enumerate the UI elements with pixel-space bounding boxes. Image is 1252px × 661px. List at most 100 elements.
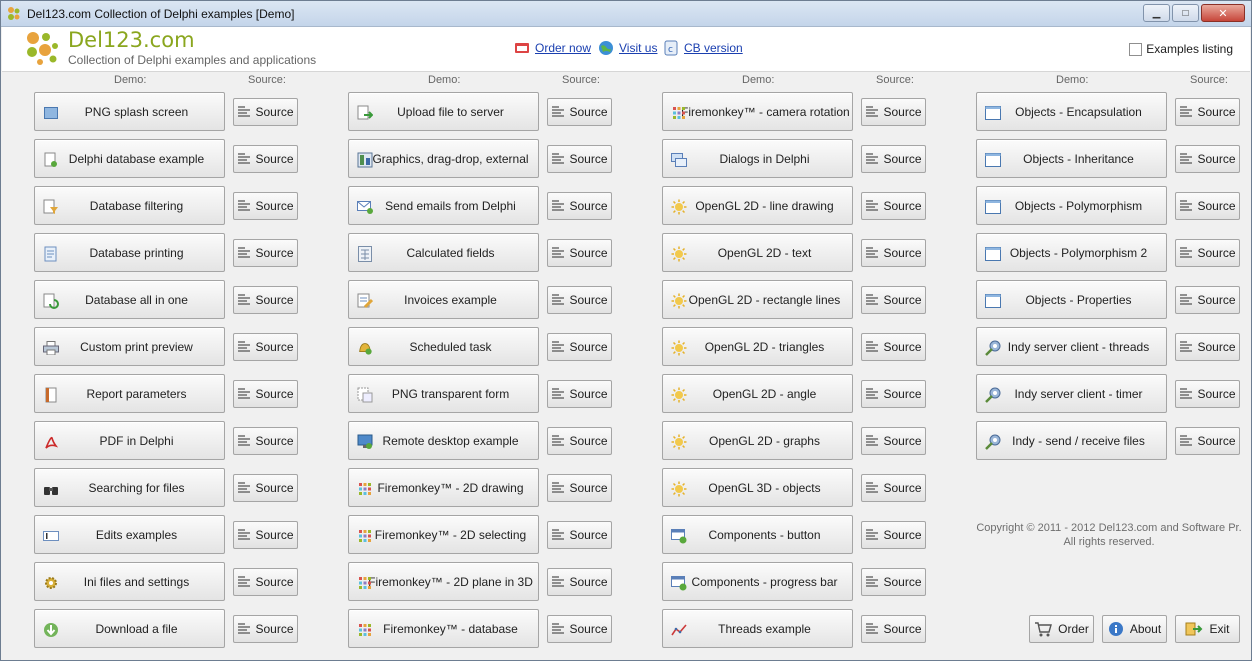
source-button[interactable]: Source bbox=[861, 239, 926, 267]
demo-button[interactable]: Scheduled task bbox=[348, 327, 539, 366]
demo-button[interactable]: Firemonkey™ - 2D selecting bbox=[348, 515, 539, 554]
demo-button[interactable]: Components - button bbox=[662, 515, 853, 554]
demo-button[interactable]: OpenGL 2D - rectangle lines bbox=[662, 280, 853, 319]
source-button[interactable]: Source bbox=[1175, 286, 1240, 314]
source-button[interactable]: Source bbox=[547, 521, 612, 549]
demo-button[interactable]: Firemonkey™ - camera rotation bbox=[662, 92, 853, 131]
demo-button[interactable]: OpenGL 2D - triangles bbox=[662, 327, 853, 366]
source-button[interactable]: Source bbox=[233, 145, 298, 173]
source-button[interactable]: Source bbox=[861, 568, 926, 596]
source-button[interactable]: Source bbox=[861, 145, 926, 173]
demo-button[interactable]: Upload file to server bbox=[348, 92, 539, 131]
demo-button[interactable]: Custom print preview bbox=[34, 327, 225, 366]
source-button[interactable]: Source bbox=[233, 239, 298, 267]
source-button[interactable]: Source bbox=[547, 474, 612, 502]
demo-button[interactable]: OpenGL 2D - angle bbox=[662, 374, 853, 413]
source-button[interactable]: Source bbox=[1175, 239, 1240, 267]
source-button[interactable]: Source bbox=[1175, 98, 1240, 126]
source-button[interactable]: Source bbox=[547, 192, 612, 220]
source-button[interactable]: Source bbox=[861, 521, 926, 549]
source-button[interactable]: Source bbox=[233, 333, 298, 361]
demo-button[interactable]: Threads example bbox=[662, 609, 853, 648]
demo-button[interactable]: Firemonkey™ - 2D drawing bbox=[348, 468, 539, 507]
source-button[interactable]: Source bbox=[547, 98, 612, 126]
demo-button[interactable]: Graphics, drag-drop, external bbox=[348, 139, 539, 178]
demo-button[interactable]: Objects - Inheritance bbox=[976, 139, 1167, 178]
source-button[interactable]: Source bbox=[233, 521, 298, 549]
source-button[interactable]: Source bbox=[547, 380, 612, 408]
title-bar[interactable]: Del123.com Collection of Delphi examples… bbox=[1, 1, 1251, 27]
source-button[interactable]: Source bbox=[233, 192, 298, 220]
demo-button[interactable]: Dialogs in Delphi bbox=[662, 139, 853, 178]
source-button[interactable]: Source bbox=[1175, 380, 1240, 408]
source-button[interactable]: Source bbox=[861, 286, 926, 314]
source-button[interactable]: Source bbox=[861, 380, 926, 408]
demo-button[interactable]: Objects - Properties bbox=[976, 280, 1167, 319]
demo-button[interactable]: Database printing bbox=[34, 233, 225, 272]
source-button[interactable]: Source bbox=[233, 427, 298, 455]
source-button[interactable]: Source bbox=[861, 427, 926, 455]
demo-button[interactable]: Objects - Polymorphism bbox=[976, 186, 1167, 225]
source-button[interactable]: Source bbox=[861, 192, 926, 220]
demo-button[interactable]: Indy - send / receive files bbox=[976, 421, 1167, 460]
cb-version-link[interactable]: CB version bbox=[684, 41, 743, 55]
demo-button[interactable]: Download a file bbox=[34, 609, 225, 648]
demo-button[interactable]: Indy server client - threads bbox=[976, 327, 1167, 366]
demo-button[interactable]: Database filtering bbox=[34, 186, 225, 225]
source-button[interactable]: Source bbox=[861, 615, 926, 643]
close-button[interactable]: ✕ bbox=[1201, 4, 1245, 22]
source-button[interactable]: Source bbox=[547, 427, 612, 455]
source-button[interactable]: Source bbox=[1175, 333, 1240, 361]
demo-button[interactable]: Indy server client - timer bbox=[976, 374, 1167, 413]
source-button[interactable]: Source bbox=[547, 239, 612, 267]
order-now-link[interactable]: Order now bbox=[535, 41, 591, 55]
demo-button[interactable]: Ini files and settings bbox=[34, 562, 225, 601]
demo-button[interactable]: Calculated fields bbox=[348, 233, 539, 272]
visit-us-link[interactable]: Visit us bbox=[619, 41, 657, 55]
demo-button[interactable]: OpenGL 3D - objects bbox=[662, 468, 853, 507]
source-button[interactable]: Source bbox=[233, 568, 298, 596]
demo-button[interactable]: OpenGL 2D - text bbox=[662, 233, 853, 272]
demo-button[interactable]: Remote desktop example bbox=[348, 421, 539, 460]
source-button[interactable]: Source bbox=[861, 333, 926, 361]
demo-button[interactable]: PDF in Delphi bbox=[34, 421, 225, 460]
source-button[interactable]: Source bbox=[861, 98, 926, 126]
demo-button[interactable]: PNG splash screen bbox=[34, 92, 225, 131]
source-button[interactable]: Source bbox=[233, 474, 298, 502]
source-button[interactable]: Source bbox=[1175, 427, 1240, 455]
demo-button[interactable]: PNG transparent form bbox=[348, 374, 539, 413]
source-button[interactable]: Source bbox=[547, 615, 612, 643]
source-button[interactable]: Source bbox=[861, 474, 926, 502]
source-button[interactable]: Source bbox=[547, 145, 612, 173]
demo-button[interactable]: Database all in one bbox=[34, 280, 225, 319]
demo-button[interactable]: Edits examples bbox=[34, 515, 225, 554]
demo-button[interactable]: OpenGL 2D - graphs bbox=[662, 421, 853, 460]
about-button[interactable]: About bbox=[1102, 615, 1167, 643]
demo-button[interactable]: Firemonkey™ - 2D plane in 3D bbox=[348, 562, 539, 601]
order-button[interactable]: Order bbox=[1029, 615, 1094, 643]
source-button[interactable]: Source bbox=[233, 380, 298, 408]
source-button[interactable]: Source bbox=[547, 568, 612, 596]
demo-button[interactable]: Objects - Polymorphism 2 bbox=[976, 233, 1167, 272]
source-button[interactable]: Source bbox=[547, 333, 612, 361]
demo-button[interactable]: Searching for files bbox=[34, 468, 225, 507]
demo-button[interactable]: Objects - Encapsulation bbox=[976, 92, 1167, 131]
demo-button[interactable]: Firemonkey™ - database bbox=[348, 609, 539, 648]
source-button[interactable]: Source bbox=[547, 286, 612, 314]
demo-button[interactable]: Report parameters bbox=[34, 374, 225, 413]
source-button[interactable]: Source bbox=[233, 286, 298, 314]
examples-listing-option[interactable]: Examples listing bbox=[1129, 42, 1233, 56]
demo-button[interactable]: OpenGL 2D - line drawing bbox=[662, 186, 853, 225]
minimize-button[interactable]: ▁ bbox=[1143, 4, 1170, 22]
exit-button[interactable]: Exit bbox=[1175, 615, 1240, 643]
source-button[interactable]: Source bbox=[1175, 145, 1240, 173]
demo-button[interactable]: Components - progress bar bbox=[662, 562, 853, 601]
demo-button[interactable]: Delphi database example bbox=[34, 139, 225, 178]
source-button[interactable]: Source bbox=[233, 98, 298, 126]
maximize-button[interactable]: □ bbox=[1172, 4, 1199, 22]
source-button[interactable]: Source bbox=[233, 615, 298, 643]
demo-button[interactable]: Send emails from Delphi bbox=[348, 186, 539, 225]
demo-button[interactable]: Invoices example bbox=[348, 280, 539, 319]
source-button[interactable]: Source bbox=[1175, 192, 1240, 220]
examples-listing-checkbox[interactable] bbox=[1129, 42, 1143, 56]
